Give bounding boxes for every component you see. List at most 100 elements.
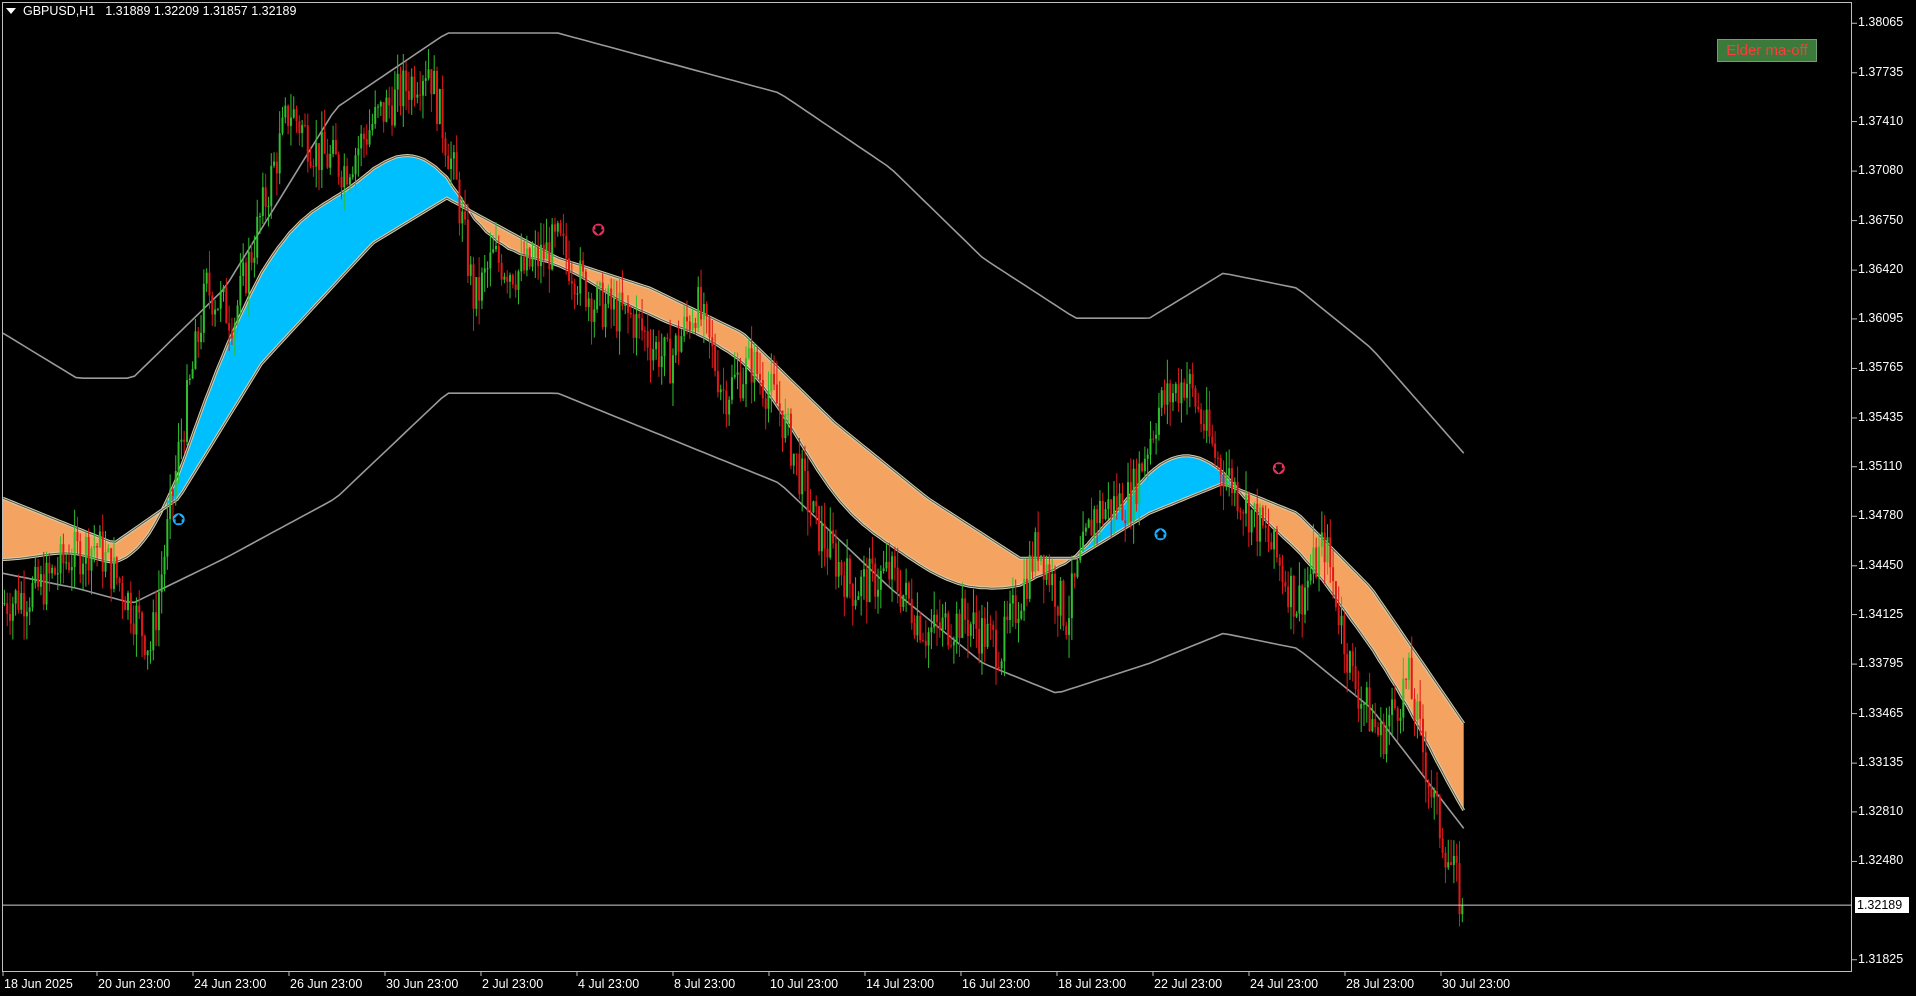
candle-body <box>191 368 194 379</box>
candle-body <box>475 277 478 309</box>
candle-body <box>936 614 939 623</box>
elder-ma-toggle-button[interactable]: Elder ma-off <box>1717 39 1817 62</box>
candle-body <box>379 102 382 107</box>
price-axis-label: 1.37080 <box>1858 163 1904 178</box>
candle-body <box>348 177 351 185</box>
candle-body <box>643 330 646 332</box>
candle-body <box>542 244 545 260</box>
candle-body <box>76 532 79 542</box>
candle-body <box>809 511 812 513</box>
candle-body <box>823 523 826 549</box>
candle-body <box>1124 520 1127 524</box>
time-axis-label: 16 Jul 23:00 <box>962 977 1031 991</box>
candle-body <box>1115 496 1118 511</box>
candle-body <box>1076 560 1079 577</box>
candle-body <box>180 439 183 442</box>
candle-body <box>888 561 891 580</box>
candle-body <box>1455 855 1458 863</box>
candle-body <box>174 470 177 497</box>
candle-body <box>318 143 321 170</box>
candle-body <box>1098 500 1101 524</box>
candle-body <box>523 256 526 271</box>
candle-body <box>964 598 967 620</box>
candle-body <box>907 582 910 599</box>
candle-body <box>950 645 953 647</box>
candle-body <box>1407 657 1410 680</box>
candle-body <box>520 256 523 272</box>
candle-body <box>725 390 728 415</box>
price-axis-label: 1.33135 <box>1858 755 1904 770</box>
candle-body <box>882 568 885 572</box>
time-axis-label: 18 Jun 2025 <box>4 977 73 991</box>
candle-body <box>1309 574 1312 581</box>
candle-body <box>759 373 762 381</box>
candle-body <box>155 612 158 631</box>
candle-body <box>3 603 6 605</box>
candle-body <box>702 303 705 320</box>
time-axis-label: 28 Jul 23:00 <box>1346 977 1415 991</box>
candle-body <box>958 613 961 639</box>
candle-body <box>34 566 37 584</box>
price-chart[interactable] <box>0 0 1916 996</box>
candle-body <box>62 544 65 564</box>
candle-body <box>719 389 722 393</box>
candle-body <box>933 614 936 628</box>
time-axis-label: 8 Jul 23:00 <box>674 977 736 991</box>
candle-body <box>1385 726 1388 755</box>
candle-body <box>152 612 155 651</box>
candle-body <box>141 612 144 636</box>
candle-body <box>334 140 337 155</box>
candle-body <box>79 541 82 575</box>
candle-body <box>494 245 497 250</box>
candle-body <box>329 153 332 168</box>
candle-body <box>1011 595 1014 604</box>
candle-body <box>545 242 548 260</box>
candle-body <box>121 583 124 600</box>
symbol-menu-arrow-icon[interactable] <box>6 8 16 14</box>
candle-body <box>1289 575 1292 608</box>
candle-body <box>242 262 245 276</box>
candle-body <box>138 605 141 613</box>
candle-body <box>115 557 118 579</box>
candle-body <box>1017 618 1020 623</box>
candle-body <box>31 583 34 608</box>
time-axis-label: 22 Jul 23:00 <box>1154 977 1223 991</box>
candle-body <box>730 377 733 400</box>
time-axis-label: 30 Jun 23:00 <box>386 977 459 991</box>
candle-body <box>1377 727 1380 736</box>
candle-body <box>671 355 674 384</box>
candle-body <box>997 667 1000 669</box>
candle-body <box>680 336 683 352</box>
candle-body <box>362 133 365 140</box>
price-axis-label: 1.33795 <box>1858 656 1904 671</box>
candle-body <box>466 219 469 276</box>
candle-body <box>1101 500 1104 519</box>
candle-body <box>259 215 262 217</box>
candle-body <box>615 298 618 332</box>
candle-body <box>1186 383 1189 398</box>
candle-body <box>992 624 995 630</box>
candle-body <box>1000 661 1003 669</box>
candle-body <box>986 623 989 647</box>
candle-body <box>525 248 528 271</box>
candle-body <box>1183 382 1186 398</box>
candle-body <box>107 548 110 552</box>
candle-body <box>893 556 896 568</box>
candle-body <box>1053 573 1056 607</box>
candle-body <box>250 251 253 263</box>
candle-body <box>1273 529 1276 550</box>
candle-body <box>73 532 76 568</box>
candle-body <box>1228 468 1231 476</box>
candle-body <box>197 331 200 343</box>
candle-body <box>1143 458 1146 472</box>
candle-body <box>480 272 483 301</box>
candle-body <box>916 615 919 636</box>
candle-body <box>899 591 902 608</box>
candle-body <box>607 288 610 304</box>
candle-body <box>1362 703 1365 705</box>
candle-body <box>270 165 273 207</box>
candle-body <box>1006 616 1009 620</box>
candle-body <box>1065 625 1068 635</box>
candle-body <box>1180 382 1183 404</box>
candle-body <box>48 562 51 574</box>
